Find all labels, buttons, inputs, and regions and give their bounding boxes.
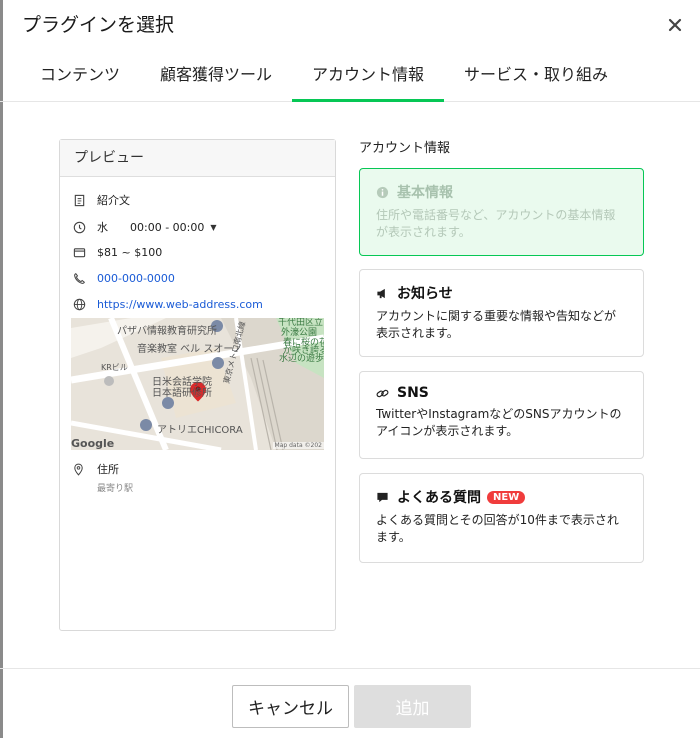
chat-icon [376,490,390,504]
card-description: アカウントに関する重要な情報や告知などが表示されます。 [376,309,617,340]
link-icon [376,386,390,400]
hours-day: 水 [97,221,108,234]
new-badge: NEW [487,490,526,504]
dialog-footer: キャンセル 追加 [0,668,700,738]
map-label: 日本語研修所 [152,388,212,399]
phone-icon [72,271,86,285]
website-row: https://www.web-address.com [72,297,263,311]
map-view[interactable]: パザバ情報教育研究所 音楽教室 ベル スオーノ KRビル 日米会話学院 日本語研… [71,318,324,450]
map-label: KRビル [101,363,128,372]
location-pin-icon [72,463,86,476]
phone-row: 000-000-0000 [72,271,175,285]
address-block: 住所 最寄り駅 [72,461,133,494]
add-button[interactable]: 追加 [354,685,471,728]
intro-text: 紹介文 [97,194,130,207]
document-icon [72,193,86,207]
map-attribution: Map data ©202 [272,442,324,449]
card-description: よくある質問とその回答が10件まで表示されます。 [376,513,619,544]
map-label: 千代田区立 [278,318,324,328]
plugin-card-basic-info[interactable]: 基本情報 住所や電話番号など、アカウントの基本情報が表示されます。 [359,168,644,256]
dialog-title: プラグインを選択 [22,14,175,36]
hours-row: 水 00:00 - 00:00 ▼ [72,219,217,235]
preview-header: プレビュー [60,140,335,177]
globe-icon [72,297,86,311]
card-description: 住所や電話番号など、アカウントの基本情報が表示されます。 [376,208,616,239]
tab-account-info[interactable]: アカウント情報 [292,60,445,102]
nearest-station: 最寄り駅 [97,484,134,494]
plugin-card-faq[interactable]: よくある質問 NEW よくある質問とその回答が10件まで表示されます。 [359,473,644,563]
map-label: 外濠公園 [281,328,318,338]
plugin-card-sns[interactable]: SNS TwitterやInstagramなどのSNSアカウントのアイコンが表示… [359,371,644,459]
plugin-card-announcements[interactable]: お知らせ アカウントに関する重要な情報や告知などが表示されます。 [359,269,644,357]
section-title: アカウント情報 [359,141,451,156]
phone-link[interactable]: 000-000-0000 [97,272,175,285]
megaphone-icon [376,286,390,300]
intro-row: 紹介文 [72,192,130,208]
close-button[interactable] [664,14,686,36]
google-logo: Google [71,437,115,450]
hours-time: 00:00 - 00:00 [130,220,205,234]
info-icon [376,185,390,199]
map-label: アトリエCHICORA [157,425,243,436]
card-title: よくある質問 [397,490,481,506]
card-title: お知らせ [397,286,453,302]
tab-customer-acquisition[interactable]: 顧客獲得ツール [140,60,292,102]
map-label: 音楽教室 ベル スオーノ [137,344,243,355]
website-link[interactable]: https://www.web-address.com [97,298,263,311]
close-icon [668,18,682,32]
price-text: $81 ~ $100 [97,245,163,259]
window-edge [0,0,3,738]
hours-dropdown-icon[interactable]: ▼ [210,223,216,232]
card-description: TwitterやInstagramなどのSNSアカウントのアイコンが表示されます… [376,407,622,438]
map-label: 水辺の遊歩道 [279,354,324,364]
card-title: SNS [397,385,429,401]
map-label: パザバ情報教育研究所 [117,326,217,337]
cancel-button[interactable]: キャンセル [232,685,349,728]
tab-contents[interactable]: コンテンツ [20,60,140,102]
clock-icon [72,220,86,234]
tab-services[interactable]: サービス・取り組み [444,60,628,102]
tab-bar: コンテンツ 顧客獲得ツール アカウント情報 サービス・取り組み [20,60,628,102]
wallet-icon [72,245,86,259]
card-title: 基本情報 [397,185,453,201]
preview-panel: プレビュー 紹介文 水 00:00 - 00:00 ▼ $81 ~ $100 0… [59,139,336,631]
dialog-header: プラグインを選択 コンテンツ 顧客獲得ツール アカウント情報 サービス・取り組み [0,0,700,102]
price-row: $81 ~ $100 [72,245,162,259]
address-label: 住所 [97,463,119,476]
